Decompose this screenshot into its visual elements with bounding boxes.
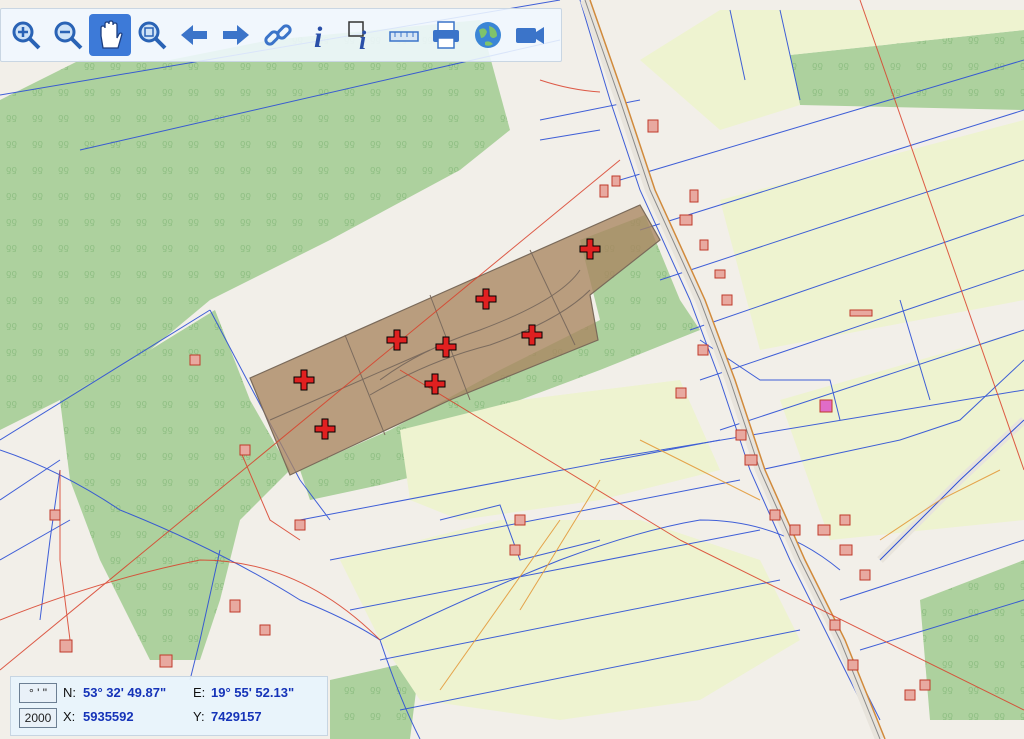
info-button[interactable]: i <box>299 14 341 56</box>
x-label: X: <box>63 709 76 724</box>
arrow-back-icon <box>181 25 207 45</box>
zoom-extent-button[interactable] <box>131 14 173 56</box>
zoom-extent-icon <box>138 21 167 50</box>
n-label: N: <box>63 685 76 700</box>
link-button[interactable] <box>257 14 299 56</box>
map-toolbar: i i <box>0 8 562 62</box>
pan-button[interactable] <box>89 14 131 56</box>
pan-hand-icon <box>100 20 123 49</box>
x-value: 5935592 <box>83 709 134 724</box>
e-value: 19° 55' 52.13" <box>211 685 295 700</box>
zoom-in-button[interactable] <box>5 14 47 56</box>
zoom-out-icon <box>54 21 83 50</box>
y-value: 7429157 <box>211 709 262 724</box>
coord-format-button[interactable]: ° ' " <box>19 683 57 703</box>
link-icon <box>264 24 292 46</box>
zoom-out-button[interactable] <box>47 14 89 56</box>
globe-button[interactable] <box>467 14 509 56</box>
map-canvas[interactable]: ƍƍ <box>0 0 1024 739</box>
info-area-icon: i <box>348 21 367 52</box>
n-value: 53° 32' 49.87" <box>83 685 167 700</box>
svg-text:i: i <box>359 26 367 52</box>
zoom-in-icon <box>12 21 41 50</box>
measure-button[interactable] <box>383 14 425 56</box>
y-label: Y: <box>193 709 205 724</box>
print-button[interactable] <box>425 14 467 56</box>
info-area-button[interactable]: i <box>341 14 383 56</box>
forward-button[interactable] <box>215 14 257 56</box>
globe-icon <box>475 22 501 48</box>
back-button[interactable] <box>173 14 215 56</box>
info-icon: i <box>314 21 323 52</box>
arrow-forward-icon <box>223 25 249 45</box>
measure-icon <box>389 31 419 42</box>
print-icon <box>433 21 459 49</box>
camera-icon <box>516 27 544 44</box>
coordinates-panel: ° ' " 2000 N: 53° 32' 49.87" E: 19° 55' … <box>10 676 328 736</box>
camera-button[interactable] <box>509 14 551 56</box>
scale-button[interactable]: 2000 <box>19 708 57 728</box>
e-label: E: <box>193 685 206 700</box>
svg-text:i: i <box>314 21 323 52</box>
